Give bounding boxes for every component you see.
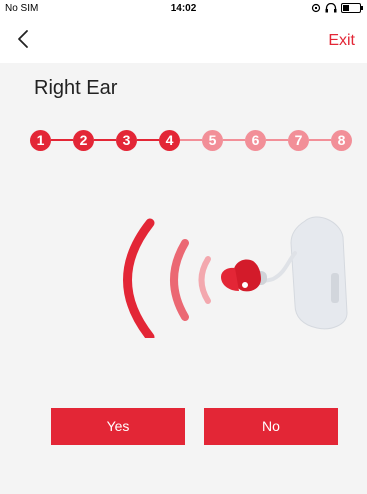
step-connector xyxy=(51,139,73,141)
step-2: 2 xyxy=(73,130,94,151)
yes-button[interactable]: Yes xyxy=(51,408,185,445)
battery-level xyxy=(343,5,349,11)
nav-bar: Exit xyxy=(0,18,367,63)
step-5: 5 xyxy=(202,130,223,151)
step-connector xyxy=(94,139,116,141)
main-content: Right Ear 1 2 3 4 5 6 7 8 Yes No xyxy=(0,63,367,494)
step-1: 1 xyxy=(30,130,51,151)
step-connector xyxy=(223,139,245,141)
step-connector xyxy=(266,139,288,141)
progress-stepper: 1 2 3 4 5 6 7 8 xyxy=(30,125,352,155)
step-6: 6 xyxy=(245,130,266,151)
page-title: Right Ear xyxy=(34,77,118,99)
no-button[interactable]: No xyxy=(204,408,338,445)
step-8: 8 xyxy=(331,130,352,151)
step-4: 4 xyxy=(159,130,180,151)
rotation-lock-icon xyxy=(311,3,321,13)
step-connector xyxy=(309,139,331,141)
headphones-icon xyxy=(325,3,337,13)
step-3: 3 xyxy=(116,130,137,151)
battery-icon xyxy=(341,3,363,13)
exit-button[interactable]: Exit xyxy=(328,32,355,50)
back-button[interactable] xyxy=(12,26,36,52)
hearing-aid-sound-icon xyxy=(95,213,360,342)
step-connector xyxy=(137,139,159,141)
chevron-left-icon xyxy=(18,30,28,48)
status-bar: No SIM 14:02 xyxy=(0,0,367,18)
step-connector xyxy=(180,139,202,141)
status-icons xyxy=(311,3,363,13)
step-7: 7 xyxy=(288,130,309,151)
